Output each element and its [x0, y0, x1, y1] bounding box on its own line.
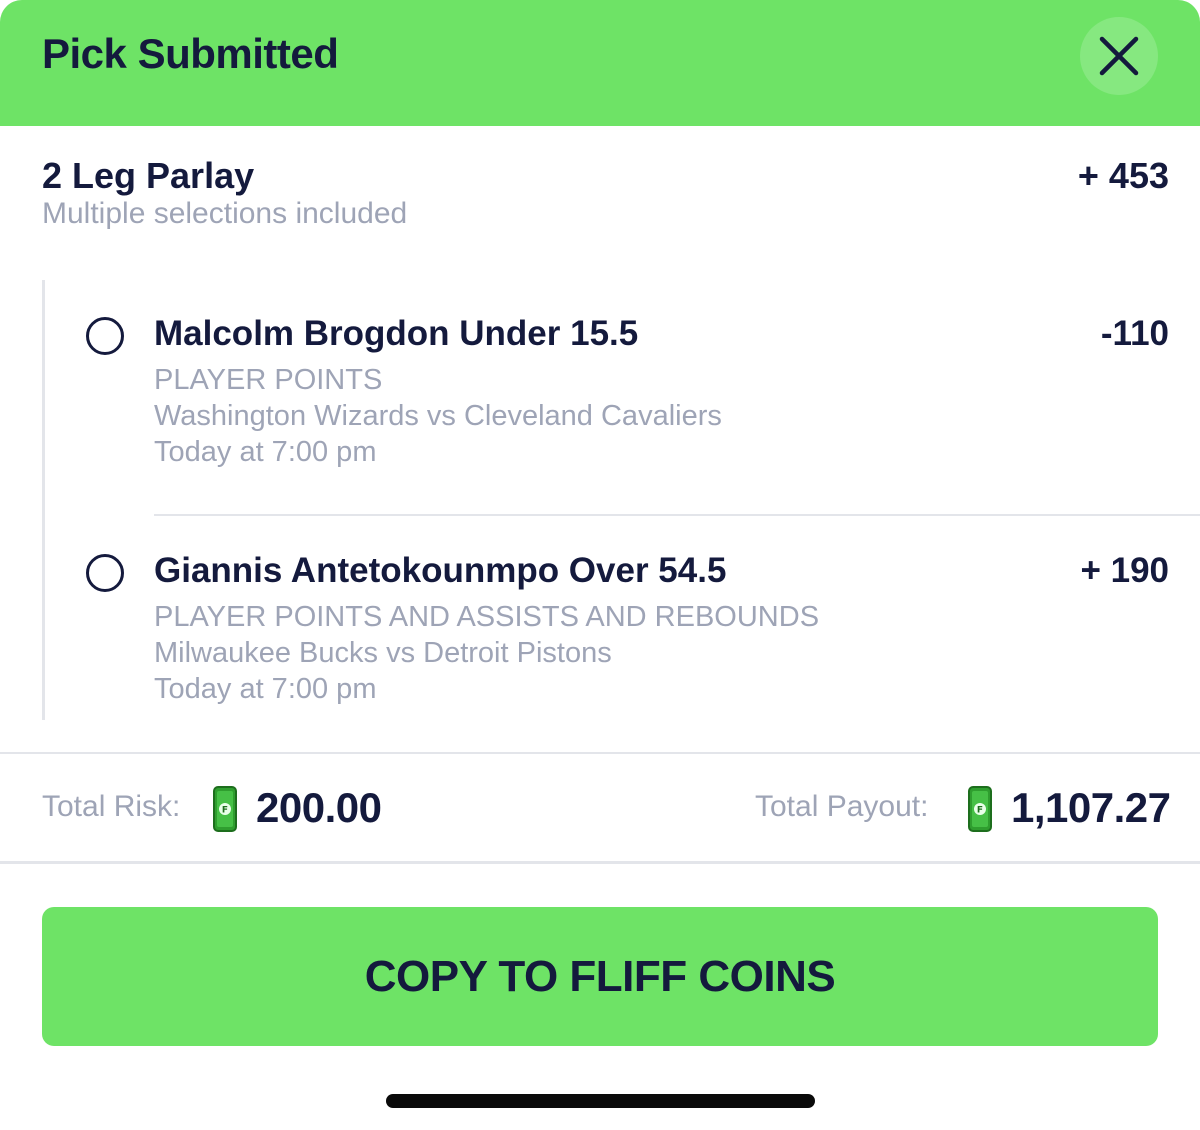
leg-matchup: Washington Wizards vs Cleveland Cavalier… [154, 400, 722, 432]
close-button[interactable] [1080, 17, 1158, 95]
legs-rail [42, 280, 45, 720]
home-indicator[interactable] [386, 1094, 815, 1108]
divider [0, 752, 1200, 754]
parlay-title: 2 Leg Parlay [42, 155, 255, 196]
leg-market: PLAYER POINTS AND ASSISTS AND REBOUNDS [154, 601, 820, 633]
total-payout-label: Total Payout: [755, 790, 929, 823]
close-icon [1099, 36, 1139, 76]
svg-text:F: F [222, 806, 228, 816]
copy-button-label: COPY TO FLIFF COINS [364, 951, 836, 1001]
leg-odds: + 190 [1080, 551, 1169, 590]
header-bar: Pick Submitted [0, 0, 1200, 126]
leg-status-circle-icon [86, 317, 124, 355]
total-risk-value: 200.00 [256, 784, 382, 831]
leg-divider [154, 514, 1200, 516]
total-risk-label: Total Risk: [42, 790, 181, 823]
total-payout-value: 1,107.27 [1011, 784, 1171, 831]
parlay-subtitle: Multiple selections included [42, 197, 408, 230]
leg-status-circle-icon [86, 554, 124, 592]
cash-coin-icon: F [968, 786, 992, 832]
cash-coin-icon: F [213, 786, 237, 832]
leg-matchup: Milwaukee Bucks vs Detroit Pistons [154, 637, 612, 669]
leg-odds: -110 [1100, 314, 1169, 353]
divider [0, 861, 1200, 864]
parlay-odds: + 453 [1077, 155, 1169, 196]
leg-market: PLAYER POINTS [154, 364, 383, 396]
svg-text:F: F [977, 806, 983, 816]
page-title: Pick Submitted [42, 30, 339, 77]
leg-title: Malcolm Brogdon Under 15.5 [154, 314, 639, 353]
pick-submitted-sheet: Pick Submitted 2 Leg Parlay Multiple sel… [0, 0, 1200, 1130]
leg-time: Today at 7:00 pm [154, 436, 377, 468]
leg-time: Today at 7:00 pm [154, 673, 377, 705]
leg-title: Giannis Antetokounmpo Over 54.5 [154, 551, 727, 590]
copy-to-fliff-coins-button[interactable]: COPY TO FLIFF COINS [42, 907, 1158, 1046]
